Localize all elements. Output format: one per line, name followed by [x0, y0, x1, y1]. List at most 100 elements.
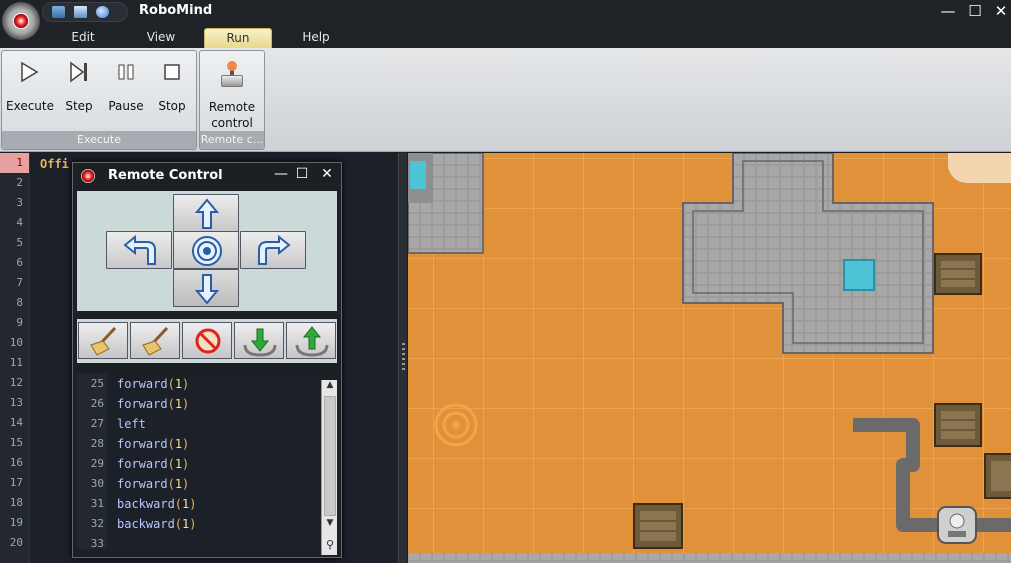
- recorded-command-line[interactable]: forward(1): [117, 454, 197, 474]
- robot: [937, 506, 977, 544]
- recorded-line-number: 33: [90, 537, 104, 550]
- execute-label: Execute: [6, 99, 54, 113]
- stop-label: Stop: [158, 99, 186, 113]
- backward-button[interactable]: [173, 269, 239, 307]
- command-argument: 1: [174, 457, 183, 471]
- line-number: 12: [9, 376, 23, 389]
- quick-access-toolbar: [42, 2, 128, 22]
- recorded-command-line[interactable]: forward(1): [117, 394, 197, 414]
- remote-control-window[interactable]: Remote Control — ☐ ✕ 25 26 27 28 29 30 3…: [72, 162, 342, 558]
- tool-bar: [77, 319, 337, 363]
- recorded-command-line[interactable]: forward(1): [117, 474, 197, 494]
- recorded-line-numbers: 25 26 27 28 29 30 31 32 33: [77, 374, 107, 550]
- step-button[interactable]: Step: [56, 61, 102, 113]
- save-icon[interactable]: [52, 6, 65, 18]
- line-number: 3: [16, 196, 23, 209]
- paint-white-button[interactable]: [78, 322, 128, 359]
- release-up-icon: [295, 326, 329, 357]
- execute-button[interactable]: Execute: [6, 61, 54, 113]
- open-folder-icon[interactable]: [74, 6, 87, 18]
- box: [934, 403, 982, 447]
- center-button[interactable]: [173, 231, 239, 269]
- turn-left-button[interactable]: [106, 231, 172, 269]
- pick-up-button[interactable]: [234, 322, 284, 359]
- rc-close-button[interactable]: ✕: [317, 166, 337, 182]
- panel-splitter[interactable]: [398, 153, 407, 563]
- grab-down-icon: [243, 328, 277, 357]
- map-canvas: [408, 153, 1011, 563]
- arrow-up-icon: [194, 198, 220, 229]
- water-tile: [410, 161, 426, 189]
- search-icon[interactable]: ⚲: [322, 538, 338, 554]
- pause-icon: [103, 61, 149, 85]
- rc-maximize-button[interactable]: ☐: [292, 166, 312, 182]
- line-number: 6: [16, 256, 23, 269]
- wall-block: [408, 153, 484, 254]
- arrow-down-icon: [194, 274, 220, 305]
- robot-world-map[interactable]: [408, 153, 1011, 563]
- line-number: 5: [16, 236, 23, 249]
- line-number: 1: [0, 153, 29, 173]
- turn-left-icon: [123, 234, 156, 265]
- recorded-code-lines: forward(1) forward(1) left forward(1) forwar…: [117, 374, 197, 534]
- command-name: forward: [117, 377, 168, 391]
- command-argument: 1: [174, 397, 183, 411]
- stop-button[interactable]: Stop: [149, 61, 195, 113]
- recorded-line-number: 25: [90, 377, 104, 390]
- step-icon: [56, 61, 102, 85]
- line-number: 20: [9, 536, 23, 549]
- pause-button[interactable]: Pause: [103, 61, 149, 113]
- tab-help[interactable]: Help: [293, 28, 339, 48]
- rc-minimize-button[interactable]: —: [271, 166, 291, 182]
- scroll-thumb[interactable]: [324, 396, 336, 516]
- command-argument: 1: [174, 437, 183, 451]
- app-logo-button[interactable]: [2, 2, 40, 40]
- recorded-commands[interactable]: 25 26 27 28 29 30 31 32 33 forward(1) forward(1) l…: [77, 374, 337, 555]
- globe-icon[interactable]: [96, 6, 109, 18]
- line-number: 19: [9, 516, 23, 529]
- forward-button[interactable]: [173, 194, 239, 232]
- line-number: 2: [16, 176, 23, 189]
- scroll-up-arrow[interactable]: ▲: [322, 380, 338, 394]
- command-name: forward: [117, 457, 168, 471]
- remote-control-group: Remote control Remote c...: [199, 50, 265, 150]
- brush-icon: [90, 326, 117, 356]
- remote-control-titlebar[interactable]: Remote Control — ☐ ✕: [73, 163, 341, 190]
- ribbon: Execute Step Pause Stop Execute Remote c…: [0, 48, 1011, 152]
- paint-black-button[interactable]: [130, 322, 180, 359]
- close-button[interactable]: ✕: [990, 1, 1011, 21]
- scroll-down-arrow[interactable]: ▼: [322, 518, 338, 532]
- remote-control-button[interactable]: Remote control: [206, 61, 258, 131]
- recorded-command-line[interactable]: backward(1): [117, 494, 197, 514]
- execute-group-label: Execute: [2, 131, 196, 149]
- stop-painting-button[interactable]: [182, 322, 232, 359]
- command-name: forward: [117, 397, 168, 411]
- line-number: 14: [9, 416, 23, 429]
- command-name: left: [117, 417, 146, 431]
- recorded-line-number: 28: [90, 437, 104, 450]
- maximize-button[interactable]: ☐: [964, 1, 986, 21]
- direction-pad: [77, 191, 337, 311]
- tab-edit[interactable]: Edit: [60, 28, 106, 48]
- turn-right-icon: [258, 234, 291, 265]
- joystick-icon: [206, 61, 258, 91]
- recorded-line-number: 29: [90, 457, 104, 470]
- play-icon: [6, 61, 52, 85]
- put-down-button[interactable]: [286, 322, 336, 359]
- tab-view[interactable]: View: [138, 28, 184, 48]
- tab-run[interactable]: Run: [204, 28, 272, 48]
- box: [934, 253, 982, 295]
- recorded-command-line[interactable]: forward(1): [117, 434, 197, 454]
- robomind-icon: [81, 169, 95, 183]
- line-number: 18: [9, 496, 23, 509]
- code-line-1[interactable]: Offi: [40, 157, 69, 171]
- recorded-command-line[interactable]: left: [117, 414, 197, 434]
- line-number: 13: [9, 396, 23, 409]
- minimize-button[interactable]: —: [937, 1, 959, 21]
- recorded-command-line[interactable]: backward(1): [117, 514, 197, 534]
- turn-right-button[interactable]: [240, 231, 306, 269]
- recorded-command-line[interactable]: forward(1): [117, 374, 197, 394]
- recorded-line-number: 26: [90, 397, 104, 410]
- brush-icon: [142, 326, 169, 356]
- vertical-scrollbar[interactable]: ▲ ▼ ⚲: [321, 380, 337, 555]
